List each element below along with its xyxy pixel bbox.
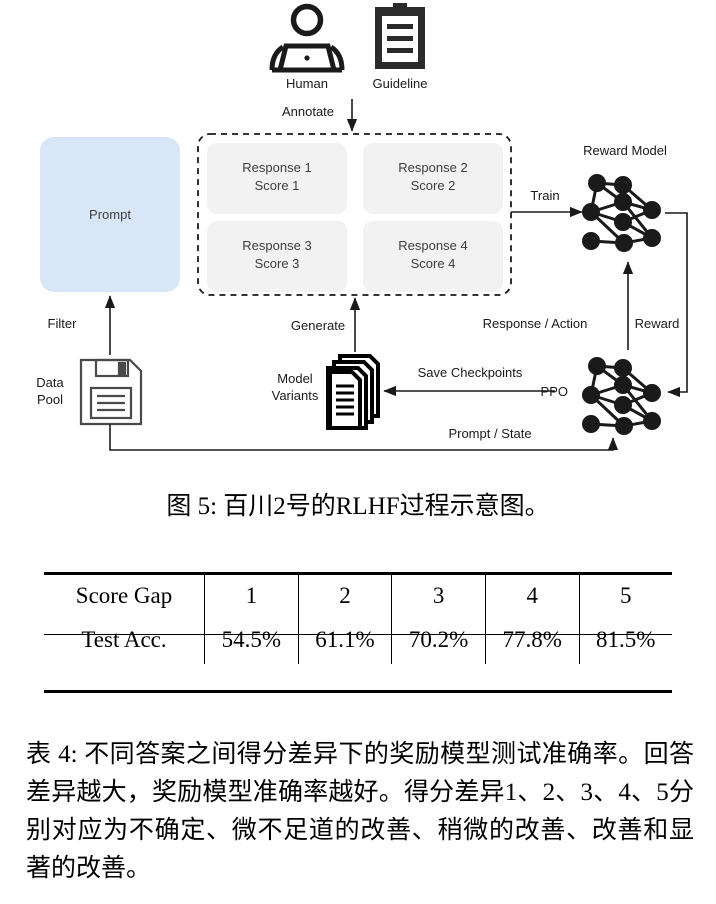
floppy-disk-icon bbox=[79, 358, 143, 426]
score-gap-cell-2: 2 bbox=[297, 572, 392, 618]
guideline-label: Guideline bbox=[373, 76, 428, 91]
filter-edge-label: Filter bbox=[48, 316, 78, 331]
model-variants-label-line1: Model bbox=[277, 371, 313, 386]
score-gap-table: Score Gap 1 2 3 4 5 Test Acc. 54.5% 61.1… bbox=[44, 572, 672, 664]
response-2-name: Response 2 bbox=[398, 160, 467, 175]
ppo-label: PPO bbox=[541, 384, 568, 399]
ppo-network-icon bbox=[582, 357, 661, 435]
human-icon bbox=[269, 3, 345, 73]
reward-model-network-icon bbox=[582, 174, 661, 252]
data-pool-label-line1: Data bbox=[36, 375, 64, 390]
table-row: Test Acc. 54.5% 61.1% 70.2% 77.8% 81.5% bbox=[44, 618, 672, 664]
prompt-label: Prompt bbox=[89, 207, 131, 222]
rlhf-pipeline-figure: Human Guideline Annotate Prompt Response… bbox=[0, 0, 716, 470]
response-1-score: Score 1 bbox=[255, 178, 300, 193]
model-variants-label-line2: Variants bbox=[272, 388, 319, 403]
train-edge-label: Train bbox=[530, 188, 559, 203]
score-gap-cell-3: 3 bbox=[391, 572, 486, 618]
document-stack-icon bbox=[326, 354, 380, 430]
prompt-state-edge-label: Prompt / State bbox=[448, 426, 531, 441]
test-acc-cell-3: 70.2% bbox=[391, 618, 486, 664]
reward-edge-label: Reward bbox=[635, 316, 680, 331]
score-gap-cell-1: 1 bbox=[204, 572, 299, 618]
test-acc-cell-5: 81.5% bbox=[578, 618, 672, 664]
test-acc-cell-4: 77.8% bbox=[484, 618, 579, 664]
generate-edge-label: Generate bbox=[291, 318, 345, 333]
reward-model-label: Reward Model bbox=[583, 143, 667, 158]
table-bottom-rule bbox=[44, 690, 672, 693]
response-2-score: Score 2 bbox=[411, 178, 456, 193]
table-caption: 表 4: 不同答案之间得分差异下的奖励模型测试准确率。回答差异越大，奖励模型准确… bbox=[26, 741, 694, 882]
test-acc-cell-2: 61.1% bbox=[297, 618, 392, 664]
table-row: Score Gap 1 2 3 4 5 bbox=[44, 572, 672, 618]
score-gap-cell-4: 4 bbox=[484, 572, 579, 618]
data-pool-label-line2: Pool bbox=[37, 392, 63, 407]
table-header-test-acc: Test Acc. bbox=[81, 627, 167, 652]
response-1-name: Response 1 bbox=[242, 160, 311, 175]
reward-arrow bbox=[665, 212, 688, 398]
response-4-score: Score 4 bbox=[411, 256, 456, 271]
response-4-name: Response 4 bbox=[398, 238, 467, 253]
response-3-name: Response 3 bbox=[242, 238, 311, 253]
table-header-score-gap: Score Gap bbox=[75, 583, 173, 608]
figure-caption: 图 5: 百川2号的RLHF过程示意图。 bbox=[166, 493, 550, 520]
response-action-edge-label: Response / Action bbox=[483, 316, 588, 331]
test-acc-cell-1: 54.5% bbox=[204, 618, 299, 664]
save-checkpoints-edge-label: Save Checkpoints bbox=[418, 365, 523, 380]
response-3-score: Score 3 bbox=[255, 256, 300, 271]
guideline-icon bbox=[375, 3, 425, 69]
score-gap-cell-5: 5 bbox=[578, 572, 672, 618]
annotate-edge-label: Annotate bbox=[282, 104, 334, 119]
human-label: Human bbox=[286, 76, 328, 91]
